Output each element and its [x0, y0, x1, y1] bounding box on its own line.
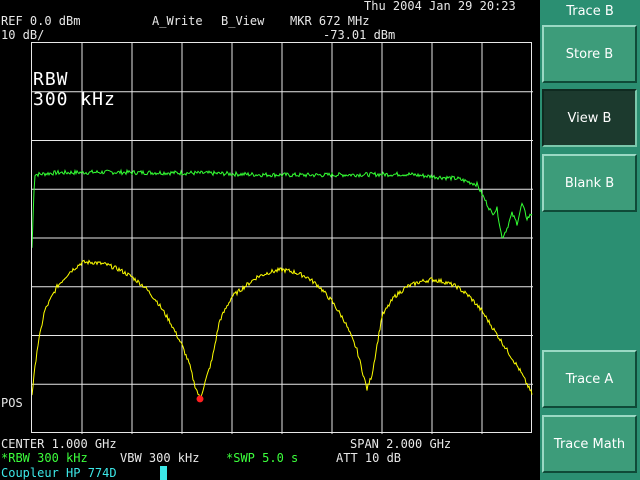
trace-b-mode: B_View — [221, 14, 265, 28]
span-readout: SPAN 2.000 GHz — [350, 437, 452, 451]
status-message: Coupleur HP 774D — [1, 466, 117, 480]
center-freq-readout: CENTER 1.000 GHz — [1, 437, 117, 451]
datetime-readout: Thu 2004 Jan 29 20:23 — [364, 0, 516, 13]
sweep-readout: *SWP 5.0 s — [226, 451, 299, 465]
attenuation-readout: ATT 10 dB — [336, 451, 402, 465]
pos-label: POS — [1, 396, 23, 410]
rbw-overlay-line1: RBW — [33, 69, 69, 90]
status-line: Coupleur HP 774D — [0, 466, 540, 480]
store-b-softkey[interactable]: Store B — [542, 25, 637, 83]
trace-a-softkey[interactable]: Trace A — [542, 350, 637, 408]
marker-freq-readout: MKR 672 MHz — [290, 14, 370, 28]
marker-level-readout: -73.01 dBm — [323, 28, 396, 42]
rbw-overlay-line2: 300 kHz — [33, 89, 116, 110]
softkey-menu-title: Trace B — [540, 0, 640, 24]
rbw-readout: *RBW 300 kHz — [1, 451, 88, 465]
analyzer-screen: Thu 2004 Jan 29 20:23 REF 0.0 dBm 10 dB/… — [0, 0, 540, 480]
trace-math-softkey[interactable]: Trace Math — [542, 415, 637, 473]
scale-readout: 10 dB/ — [1, 28, 45, 42]
marker-point[interactable] — [196, 395, 204, 403]
rbw-overlay: RBW 300 kHz — [33, 70, 116, 110]
text-cursor — [160, 466, 167, 480]
blank-b-softkey[interactable]: Blank B — [542, 154, 637, 212]
ref-level-readout: REF 0.0 dBm — [1, 14, 81, 28]
vbw-readout: VBW 300 kHz — [120, 451, 200, 465]
softkey-panel: Trace B Store B View B Blank B Trace A T… — [540, 0, 640, 480]
trace-a-mode: A_Write — [152, 14, 203, 28]
view-b-softkey[interactable]: View B — [542, 89, 637, 147]
